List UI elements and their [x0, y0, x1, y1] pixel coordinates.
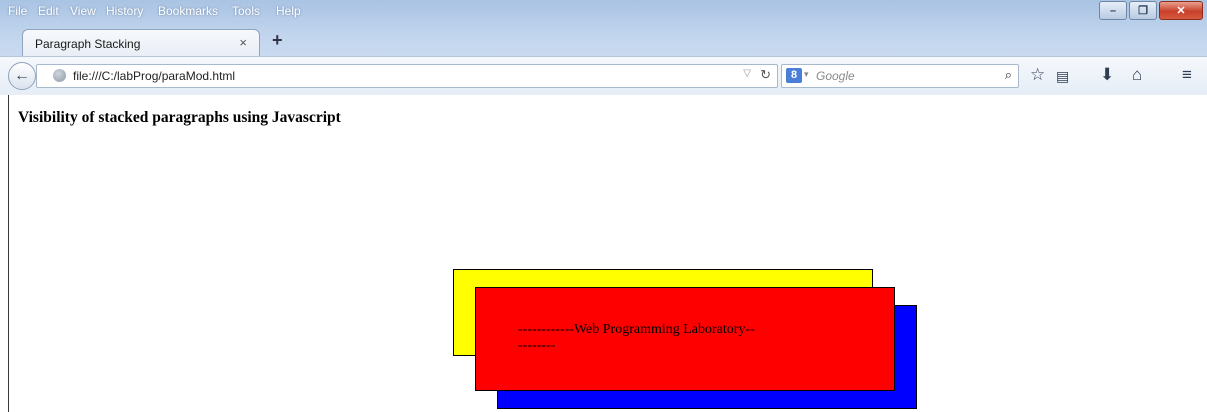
- search-input[interactable]: Google: [816, 69, 855, 83]
- search-engine-dropdown-icon[interactable]: ▾: [804, 69, 809, 80]
- menu-icon[interactable]: ≡: [1182, 66, 1192, 84]
- menu-history[interactable]: History: [106, 4, 143, 18]
- tab-close-icon[interactable]: ×: [239, 35, 247, 50]
- new-tab-button[interactable]: +: [272, 30, 283, 51]
- home-icon[interactable]: ⌂: [1132, 66, 1142, 84]
- menu-file[interactable]: File: [8, 4, 27, 18]
- url-bar[interactable]: file:///C:/labProg/paraMod.html ▽ ↻: [36, 64, 778, 88]
- bookmark-star-icon[interactable]: ☆: [1030, 66, 1045, 84]
- download-icon[interactable]: ⬇: [1100, 66, 1114, 84]
- tab-paragraph-stacking[interactable]: Paragraph Stacking ×: [22, 29, 260, 57]
- menu-bookmarks[interactable]: Bookmarks: [158, 4, 218, 18]
- minimize-button[interactable]: –: [1099, 1, 1127, 20]
- back-icon[interactable]: ←: [8, 62, 36, 90]
- dropdown-icon[interactable]: ▽: [743, 68, 751, 79]
- menu-help[interactable]: Help: [276, 4, 301, 18]
- search-bar[interactable]: 8 ▾ Google ⌕: [781, 64, 1019, 88]
- window-controls: – ❐ ✕: [1097, 1, 1203, 20]
- search-icon[interactable]: ⌕: [1005, 67, 1012, 83]
- menu-edit[interactable]: Edit: [38, 4, 59, 18]
- paragraph-red[interactable]: ------------Web Programming Laboratory--…: [475, 287, 895, 391]
- url-text[interactable]: file:///C:/labProg/paraMod.html: [73, 69, 235, 83]
- maximize-button[interactable]: ❐: [1129, 1, 1157, 20]
- menu-tools[interactable]: Tools: [232, 4, 260, 18]
- search-engine-icon[interactable]: 8: [786, 68, 802, 83]
- menu-view[interactable]: View: [70, 4, 96, 18]
- reload-icon[interactable]: ↻: [760, 67, 771, 83]
- navigation-toolbar: ← file:///C:/labProg/paraMod.html ▽ ↻ 8 …: [0, 56, 1207, 95]
- browser-chrome: File Edit View History Bookmarks Tools H…: [0, 0, 1207, 95]
- close-window-button[interactable]: ✕: [1159, 1, 1203, 20]
- page-heading: Visibility of stacked paragraphs using J…: [18, 109, 341, 126]
- page-content: Visibility of stacked paragraphs using J…: [8, 95, 1207, 412]
- reading-list-icon[interactable]: ▤: [1056, 67, 1069, 85]
- tab-title: Paragraph Stacking: [35, 37, 141, 51]
- paragraph-text: ------------Web Programming Laboratory--…: [518, 322, 755, 353]
- globe-icon: [53, 69, 66, 82]
- menu-bar: File Edit View History Bookmarks Tools H…: [0, 0, 1207, 22]
